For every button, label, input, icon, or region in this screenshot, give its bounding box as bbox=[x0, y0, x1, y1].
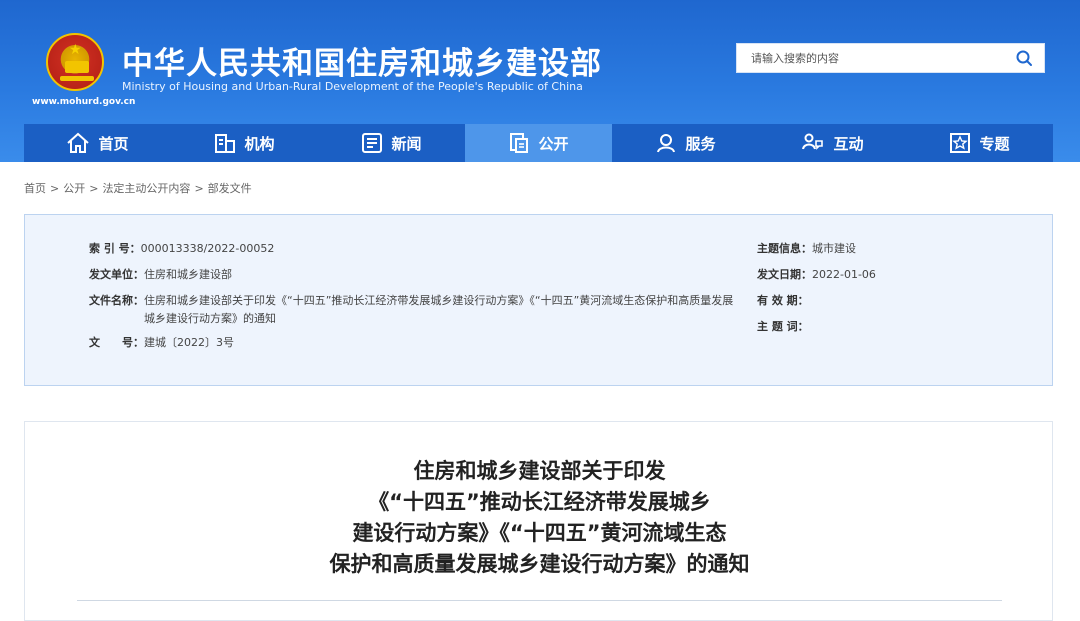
document-icon bbox=[510, 133, 529, 153]
meta-value: 住房和城乡建设部关于印发《“十四五”推动长江经济带发展城乡建设行动方案》《“十四… bbox=[144, 294, 734, 325]
breadcrumb: 首页 > 公开 > 法定主动公开内容 > 部发文件 bbox=[24, 180, 252, 196]
article-container: 住房和城乡建设部关于印发 《“十四五”推动长江经济带发展城乡 建设行动方案》《“… bbox=[24, 421, 1053, 621]
meta-label: 文件名称： bbox=[89, 294, 144, 307]
star-badge-icon bbox=[950, 133, 971, 153]
nav-label: 服务 bbox=[685, 134, 716, 153]
nav-item-home[interactable]: 首页 bbox=[24, 124, 171, 162]
nav-item-topics[interactable]: 专题 bbox=[906, 124, 1053, 162]
breadcrumb-separator: > bbox=[50, 182, 60, 195]
meta-value: 2022-01-06 bbox=[812, 268, 876, 281]
site-subtitle: Ministry of Housing and Urban-Rural Deve… bbox=[122, 80, 583, 93]
meta-value: 建城〔2022〕3号 bbox=[144, 336, 234, 349]
meta-validity: 有 效 期： bbox=[757, 292, 1037, 310]
nav-label: 专题 bbox=[979, 134, 1010, 153]
nav-item-news[interactable]: 新闻 bbox=[318, 124, 465, 162]
nav-item-organization[interactable]: 机构 bbox=[171, 124, 318, 162]
breadcrumb-home[interactable]: 首页 bbox=[24, 182, 46, 195]
article-title: 住房和城乡建设部关于印发 《“十四五”推动长江经济带发展城乡 建设行动方案》《“… bbox=[25, 456, 1054, 580]
nav-item-public[interactable]: 公开 bbox=[465, 124, 612, 162]
article-title-line: 《“十四五”推动长江经济带发展城乡 bbox=[368, 490, 711, 514]
breadcrumb-public[interactable]: 公开 bbox=[63, 182, 85, 195]
nav-label: 首页 bbox=[98, 134, 129, 153]
meta-label: 主题信息： bbox=[757, 242, 812, 255]
newspaper-icon bbox=[362, 133, 383, 153]
meta-keywords: 主 题 词： bbox=[757, 318, 1037, 336]
meta-label: 发文单位： bbox=[89, 268, 144, 281]
article-title-line: 住房和城乡建设部关于印发 bbox=[413, 459, 666, 483]
meta-value: 城市建设 bbox=[812, 242, 856, 255]
home-icon bbox=[67, 132, 90, 153]
nav-item-service[interactable]: 服务 bbox=[612, 124, 759, 162]
meta-label: 文 号： bbox=[89, 336, 144, 349]
breadcrumb-separator: > bbox=[89, 182, 99, 195]
site-url: www.mohurd.gov.cn bbox=[32, 97, 136, 107]
site-title: 中华人民共和国住房和城乡建设部 bbox=[122, 46, 602, 82]
document-metadata: 索 引 号：000013338/2022-00052 发文单位：住房和城乡建设部… bbox=[24, 214, 1053, 386]
interaction-icon bbox=[802, 133, 824, 150]
meta-value: 000013338/2022-00052 bbox=[140, 242, 275, 255]
article-title-line: 建设行动方案》《“十四五”黄河流域生态 bbox=[352, 521, 727, 545]
nav-item-interaction[interactable]: 互动 bbox=[759, 124, 906, 162]
meta-issuing-unit: 发文单位：住房和城乡建设部 bbox=[89, 266, 739, 284]
nav-label: 机构 bbox=[244, 134, 275, 153]
nav-label: 公开 bbox=[538, 134, 569, 153]
meta-label: 有 效 期： bbox=[757, 294, 809, 307]
search-input[interactable]: 请输入搜索的内容 bbox=[737, 50, 1004, 66]
meta-label: 索 引 号： bbox=[89, 242, 141, 255]
service-person-icon bbox=[657, 134, 676, 153]
national-emblem-icon: ★ bbox=[46, 33, 104, 91]
site-header: ★ 中华人民共和国住房和城乡建设部 Ministry of Housing an… bbox=[0, 0, 1080, 162]
meta-issue-date: 发文日期：2022-01-06 bbox=[757, 266, 1037, 284]
meta-file-name: 文件名称： 住房和城乡建设部关于印发《“十四五”推动长江经济带发展城乡建设行动方案… bbox=[89, 292, 739, 328]
breadcrumb-statutory-content[interactable]: 法定主动公开内容 bbox=[102, 182, 190, 195]
meta-index-number: 索 引 号：000013338/2022-00052 bbox=[89, 240, 739, 258]
search-box[interactable]: 请输入搜索的内容 bbox=[736, 43, 1045, 73]
meta-label: 主 题 词： bbox=[757, 320, 809, 333]
meta-topic: 主题信息：城市建设 bbox=[757, 240, 1037, 258]
search-button[interactable] bbox=[1004, 44, 1044, 72]
meta-label: 发文日期： bbox=[757, 268, 812, 281]
breadcrumb-ministry-documents[interactable]: 部发文件 bbox=[208, 182, 252, 195]
search-icon bbox=[1016, 50, 1032, 66]
breadcrumb-separator: > bbox=[194, 182, 204, 195]
title-divider bbox=[77, 600, 1002, 601]
building-icon bbox=[215, 134, 236, 153]
meta-value: 住房和城乡建设部 bbox=[144, 268, 232, 281]
nav-label: 新闻 bbox=[391, 134, 422, 153]
meta-document-number: 文 号：建城〔2022〕3号 bbox=[89, 334, 739, 352]
nav-label: 互动 bbox=[833, 134, 864, 153]
article-title-line: 保护和高质量发展城乡建设行动方案》的通知 bbox=[329, 552, 750, 576]
main-nav: 首页 机构 新闻 公开 服务 互动 专题 bbox=[24, 124, 1053, 162]
